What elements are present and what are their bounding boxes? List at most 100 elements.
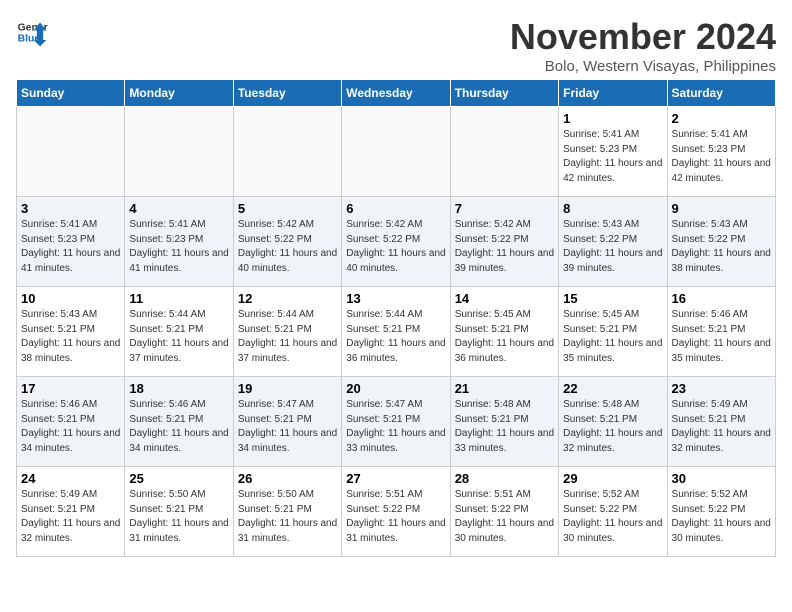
calendar-day-cell: 2 Sunrise: 5:41 AM Sunset: 5:23 PM Daylig… (667, 107, 775, 197)
day-info: Sunrise: 5:43 AM Sunset: 5:21 PM Dayligh… (21, 308, 120, 366)
day-number: 3 (21, 201, 120, 216)
day-info: Sunrise: 5:46 AM Sunset: 5:21 PM Dayligh… (129, 398, 228, 456)
day-info: Sunrise: 5:44 AM Sunset: 5:21 PM Dayligh… (238, 308, 337, 366)
day-number: 11 (129, 291, 228, 306)
calendar-day-cell: 8 Sunrise: 5:43 AM Sunset: 5:22 PM Daylig… (559, 197, 667, 287)
calendar-day-cell: 5 Sunrise: 5:42 AM Sunset: 5:22 PM Daylig… (233, 197, 341, 287)
day-info: Sunrise: 5:44 AM Sunset: 5:21 PM Dayligh… (346, 308, 445, 366)
calendar-day-cell: 10 Sunrise: 5:43 AM Sunset: 5:21 PM Dayli… (17, 287, 125, 377)
calendar-day-cell: 11 Sunrise: 5:44 AM Sunset: 5:21 PM Dayli… (125, 287, 233, 377)
calendar-empty-cell (125, 107, 233, 197)
title-block: November 2024 Bolo, Western Visayas, Phi… (510, 16, 776, 75)
day-number: 24 (21, 471, 120, 486)
month-title: November 2024 (510, 16, 776, 58)
calendar-week-row: 17 Sunrise: 5:46 AM Sunset: 5:21 PM Dayli… (17, 377, 776, 467)
calendar-col-header: Monday (125, 80, 233, 107)
calendar-week-row: 3 Sunrise: 5:41 AM Sunset: 5:23 PM Daylig… (17, 197, 776, 287)
day-info: Sunrise: 5:49 AM Sunset: 5:21 PM Dayligh… (21, 488, 120, 546)
day-number: 29 (563, 471, 662, 486)
day-number: 5 (238, 201, 337, 216)
day-number: 2 (672, 111, 771, 126)
day-info: Sunrise: 5:52 AM Sunset: 5:22 PM Dayligh… (563, 488, 662, 546)
calendar-day-cell: 29 Sunrise: 5:52 AM Sunset: 5:22 PM Dayli… (559, 467, 667, 557)
day-number: 25 (129, 471, 228, 486)
calendar-day-cell: 24 Sunrise: 5:49 AM Sunset: 5:21 PM Dayli… (17, 467, 125, 557)
day-number: 6 (346, 201, 445, 216)
day-info: Sunrise: 5:47 AM Sunset: 5:21 PM Dayligh… (238, 398, 337, 456)
day-number: 27 (346, 471, 445, 486)
day-info: Sunrise: 5:45 AM Sunset: 5:21 PM Dayligh… (563, 308, 662, 366)
day-number: 8 (563, 201, 662, 216)
calendar-col-header: Wednesday (342, 80, 450, 107)
logo: General Blue (16, 16, 48, 48)
day-info: Sunrise: 5:45 AM Sunset: 5:21 PM Dayligh… (455, 308, 554, 366)
day-info: Sunrise: 5:47 AM Sunset: 5:21 PM Dayligh… (346, 398, 445, 456)
calendar-week-row: 10 Sunrise: 5:43 AM Sunset: 5:21 PM Dayli… (17, 287, 776, 377)
day-number: 10 (21, 291, 120, 306)
calendar-col-header: Friday (559, 80, 667, 107)
day-info: Sunrise: 5:42 AM Sunset: 5:22 PM Dayligh… (238, 218, 337, 276)
calendar-day-cell: 7 Sunrise: 5:42 AM Sunset: 5:22 PM Daylig… (450, 197, 558, 287)
calendar-empty-cell (233, 107, 341, 197)
day-number: 12 (238, 291, 337, 306)
day-number: 28 (455, 471, 554, 486)
calendar-day-cell: 14 Sunrise: 5:45 AM Sunset: 5:21 PM Dayli… (450, 287, 558, 377)
day-info: Sunrise: 5:42 AM Sunset: 5:22 PM Dayligh… (455, 218, 554, 276)
day-number: 30 (672, 471, 771, 486)
calendar-table: SundayMondayTuesdayWednesdayThursdayFrid… (16, 79, 776, 557)
calendar-day-cell: 22 Sunrise: 5:48 AM Sunset: 5:21 PM Dayli… (559, 377, 667, 467)
calendar-day-cell: 18 Sunrise: 5:46 AM Sunset: 5:21 PM Dayli… (125, 377, 233, 467)
day-info: Sunrise: 5:41 AM Sunset: 5:23 PM Dayligh… (563, 128, 662, 186)
calendar-day-cell: 19Sunrise: 5:47 AM Sunset: 5:21 PM Dayli… (233, 377, 341, 467)
calendar-day-cell: 30 Sunrise: 5:52 AM Sunset: 5:22 PM Dayli… (667, 467, 775, 557)
calendar-day-cell: 17 Sunrise: 5:46 AM Sunset: 5:21 PM Dayli… (17, 377, 125, 467)
day-info: Sunrise: 5:48 AM Sunset: 5:21 PM Dayligh… (563, 398, 662, 456)
calendar-day-cell: 9 Sunrise: 5:43 AM Sunset: 5:22 PM Daylig… (667, 197, 775, 287)
day-number: 7 (455, 201, 554, 216)
day-info: Sunrise: 5:43 AM Sunset: 5:22 PM Dayligh… (672, 218, 771, 276)
day-number: 22 (563, 381, 662, 396)
day-info: Sunrise: 5:41 AM Sunset: 5:23 PM Dayligh… (672, 128, 771, 186)
day-number: 15 (563, 291, 662, 306)
calendar-day-cell: 3 Sunrise: 5:41 AM Sunset: 5:23 PM Daylig… (17, 197, 125, 287)
calendar-week-row: 24 Sunrise: 5:49 AM Sunset: 5:21 PM Dayli… (17, 467, 776, 557)
calendar-week-row: 1Sunrise: 5:41 AM Sunset: 5:23 PM Daylig… (17, 107, 776, 197)
calendar-day-cell: 1Sunrise: 5:41 AM Sunset: 5:23 PM Daylig… (559, 107, 667, 197)
calendar-empty-cell (450, 107, 558, 197)
calendar-empty-cell (17, 107, 125, 197)
day-info: Sunrise: 5:43 AM Sunset: 5:22 PM Dayligh… (563, 218, 662, 276)
calendar-day-cell: 21 Sunrise: 5:48 AM Sunset: 5:21 PM Dayli… (450, 377, 558, 467)
day-info: Sunrise: 5:44 AM Sunset: 5:21 PM Dayligh… (129, 308, 228, 366)
calendar-day-cell: 16 Sunrise: 5:46 AM Sunset: 5:21 PM Dayli… (667, 287, 775, 377)
location-subtitle: Bolo, Western Visayas, Philippines (510, 58, 776, 75)
calendar-empty-cell (342, 107, 450, 197)
day-number: 16 (672, 291, 771, 306)
calendar-day-cell: 4Sunrise: 5:41 AM Sunset: 5:23 PM Daylig… (125, 197, 233, 287)
calendar-day-cell: 27 Sunrise: 5:51 AM Sunset: 5:22 PM Dayli… (342, 467, 450, 557)
day-info: Sunrise: 5:48 AM Sunset: 5:21 PM Dayligh… (455, 398, 554, 456)
page-header: General Blue November 2024 Bolo, Western… (16, 16, 776, 75)
calendar-day-cell: 23Sunrise: 5:49 AM Sunset: 5:21 PM Dayli… (667, 377, 775, 467)
day-info: Sunrise: 5:46 AM Sunset: 5:21 PM Dayligh… (672, 308, 771, 366)
calendar-header-row: SundayMondayTuesdayWednesdayThursdayFrid… (17, 80, 776, 107)
day-number: 18 (129, 381, 228, 396)
calendar-day-cell: 28Sunrise: 5:51 AM Sunset: 5:22 PM Dayli… (450, 467, 558, 557)
calendar-day-cell: 15 Sunrise: 5:45 AM Sunset: 5:21 PM Dayli… (559, 287, 667, 377)
day-info: Sunrise: 5:51 AM Sunset: 5:22 PM Dayligh… (346, 488, 445, 546)
day-number: 23 (672, 381, 771, 396)
day-number: 9 (672, 201, 771, 216)
calendar-day-cell: 25 Sunrise: 5:50 AM Sunset: 5:21 PM Dayli… (125, 467, 233, 557)
day-info: Sunrise: 5:41 AM Sunset: 5:23 PM Dayligh… (21, 218, 120, 276)
day-number: 21 (455, 381, 554, 396)
calendar-day-cell: 20Sunrise: 5:47 AM Sunset: 5:21 PM Dayli… (342, 377, 450, 467)
day-number: 4 (129, 201, 228, 216)
day-info: Sunrise: 5:52 AM Sunset: 5:22 PM Dayligh… (672, 488, 771, 546)
day-info: Sunrise: 5:46 AM Sunset: 5:21 PM Dayligh… (21, 398, 120, 456)
logo-icon: General Blue (16, 16, 48, 48)
day-number: 17 (21, 381, 120, 396)
calendar-col-header: Thursday (450, 80, 558, 107)
day-number: 14 (455, 291, 554, 306)
day-info: Sunrise: 5:50 AM Sunset: 5:21 PM Dayligh… (129, 488, 228, 546)
calendar-body: 1Sunrise: 5:41 AM Sunset: 5:23 PM Daylig… (17, 107, 776, 557)
day-number: 26 (238, 471, 337, 486)
